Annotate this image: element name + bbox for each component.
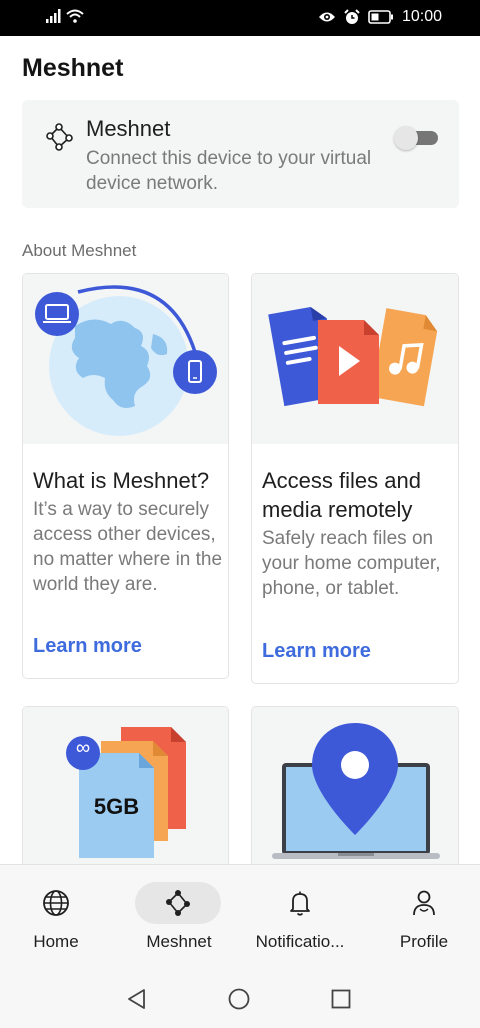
storage-illustration [66,727,186,858]
eye-icon [318,12,335,22]
alarm-icon [344,9,360,24]
card-title: What is Meshnet? [33,468,210,493]
nav-item-meshnet[interactable]: Meshnet [119,865,239,967]
status-time: 10:00 [401,8,442,25]
back-icon[interactable] [126,988,148,1010]
meshnet-icon [166,890,190,916]
card-access-files[interactable]: Access files and media remotely Safely r… [251,273,459,684]
card-illustration [252,274,458,444]
laptop-location-illustration [272,723,440,859]
page-title: Meshnet [22,54,124,82]
status-right: 10:00 [318,8,442,26]
bell-icon [290,891,310,916]
meshnet-toggle-title: Meshnet [86,116,171,141]
status-bar: 10:00 [0,0,480,36]
card-illustration: ∞ 5GB [23,707,228,877]
files-media-illustration [268,307,438,407]
battery-icon [368,10,393,24]
nav-label: Notificatio... [255,932,345,951]
nav-label: Profile [399,932,449,951]
card-text: It’s a way to securely access other devi… [33,499,223,595]
card-what-is-meshnet[interactable]: What is Meshnet? It’s a way to securely … [22,273,229,679]
infinity-icon: ∞ [75,737,91,759]
status-left [46,9,84,23]
storage-badge: 5GB [93,794,140,819]
learn-more-link[interactable]: Learn more [262,640,371,663]
card-illustration [23,274,228,444]
meshnet-icon [46,123,73,151]
globe-devices-illustration [35,285,217,436]
nav-item-home[interactable]: Home [0,865,116,967]
nav-label: Meshnet [146,932,212,951]
bottom-nav: Home Meshnet Notificatio... Profile [0,864,480,966]
recents-square-icon[interactable] [331,989,351,1009]
system-nav-bar [0,966,480,1028]
globe-icon [43,890,69,916]
nav-item-notifications[interactable]: Notificatio... [240,865,360,967]
profile-icon [413,890,435,916]
meshnet-toggle-description: Connect this device to your virtual devi… [86,148,372,194]
card-title: Access files and media remotely [262,468,421,522]
wifi-icon [66,9,84,23]
card-illustration [252,707,458,877]
home-circle-icon[interactable] [228,988,250,1010]
meshnet-toggle-card[interactable]: Meshnet Connect this device to your virt… [22,100,459,208]
nav-item-profile[interactable]: Profile [364,865,480,967]
nav-label: Home [33,932,79,951]
meshnet-switch[interactable] [394,126,438,150]
switch-thumb [394,126,418,150]
signal-icon [46,9,61,23]
section-label-about: About Meshnet [22,241,137,260]
card-text: Safely reach files on your home computer… [262,528,441,599]
learn-more-link[interactable]: Learn more [33,635,142,658]
